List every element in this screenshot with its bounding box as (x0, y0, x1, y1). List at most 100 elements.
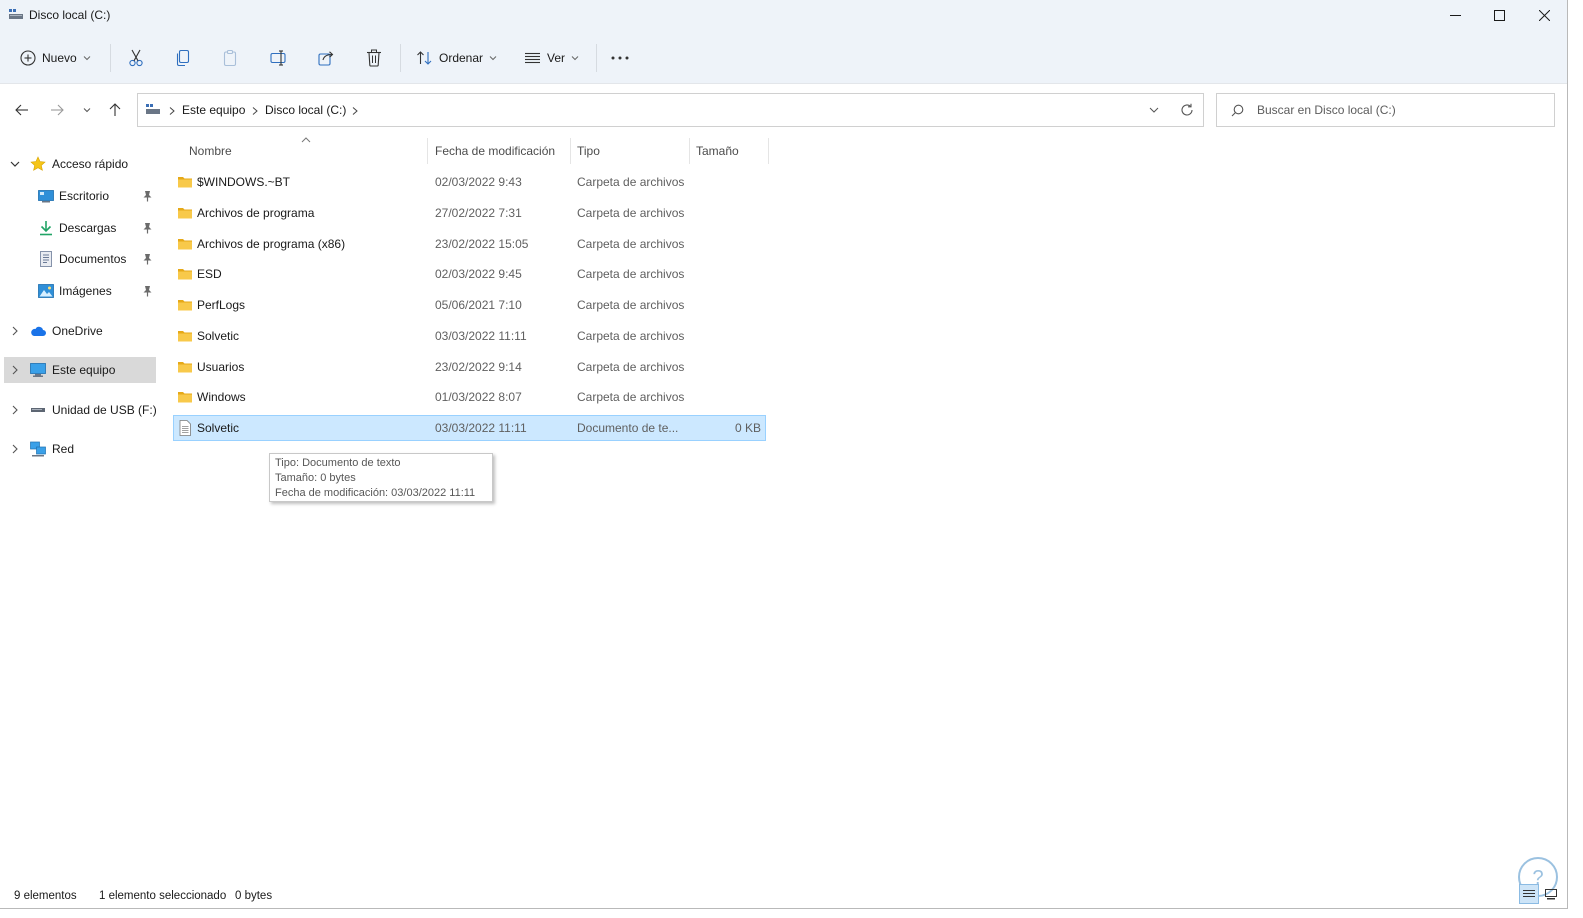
column-header-name[interactable]: Nombre (189, 144, 232, 158)
chevron-right-icon[interactable] (10, 405, 20, 415)
up-button[interactable] (105, 100, 125, 120)
table-row[interactable]: $WINDOWS.~BT 02/03/2022 9:43 Carpeta de … (173, 169, 766, 195)
column-divider[interactable] (768, 138, 769, 164)
toolbar-divider (400, 44, 401, 72)
cut-button[interactable] (128, 38, 144, 78)
arrow-left-icon (15, 104, 28, 116)
new-button[interactable]: Nuevo (20, 38, 91, 78)
chevron-down-icon[interactable] (1149, 106, 1159, 114)
network-icon (30, 441, 46, 457)
toolbar-divider (596, 44, 597, 72)
file-type: Documento de te... (577, 421, 679, 435)
pin-icon[interactable] (142, 190, 153, 202)
status-selected-size: 0 bytes (235, 890, 273, 902)
close-icon (1538, 9, 1550, 21)
chevron-right-icon[interactable] (10, 365, 20, 375)
file-name: Solvetic (197, 421, 240, 435)
sidebar-item-descargas[interactable]: Descargas (4, 215, 156, 241)
sidebar-item-red[interactable]: Red (4, 436, 156, 462)
search-box[interactable]: Buscar en Disco local (C:) (1216, 93, 1555, 127)
sort-button[interactable]: Ordenar (416, 38, 497, 78)
refresh-icon[interactable] (1180, 103, 1194, 117)
minimize-icon (1449, 14, 1461, 16)
sidebar-item-usb[interactable]: Unidad de USB (F:) (4, 397, 157, 423)
minimize-button[interactable] (1432, 0, 1478, 30)
folder-icon (178, 362, 192, 373)
breadcrumb-este-equipo[interactable]: Este equipo (182, 103, 245, 117)
column-divider[interactable] (689, 138, 690, 164)
column-header-type[interactable]: Tipo (577, 144, 600, 158)
file-explorer-window: Disco local (C:) Nuevo Ordenar Ver Este … (0, 0, 1568, 909)
sidebar-item-onedrive[interactable]: OneDrive (4, 318, 156, 344)
folder-icon (178, 269, 192, 280)
sort-ascending-icon (301, 137, 311, 143)
file-name: ESD (197, 267, 222, 281)
delete-button[interactable] (366, 38, 382, 78)
list-view-icon (525, 52, 540, 64)
back-button[interactable] (12, 100, 32, 120)
column-divider[interactable] (427, 138, 428, 164)
share-button[interactable] (318, 38, 335, 78)
chevron-right-icon[interactable] (10, 444, 20, 454)
file-type: Carpeta de archivos (577, 390, 685, 404)
sidebar-label: OneDrive (52, 324, 103, 338)
chevron-right-icon (169, 107, 175, 115)
navigation-pane: Acceso rápido Escritorio Descargas Docum… (0, 140, 160, 880)
maximize-button[interactable] (1476, 0, 1522, 30)
chevron-down-icon (83, 108, 91, 113)
sidebar-item-este-equipo[interactable]: Este equipo (4, 357, 156, 383)
rename-button[interactable] (270, 38, 288, 78)
file-name: Archivos de programa (x86) (197, 237, 346, 251)
close-button[interactable] (1521, 0, 1567, 30)
maximize-icon (1493, 9, 1505, 21)
table-row[interactable]: PerfLogs 05/06/2021 7:10 Carpeta de arch… (173, 292, 766, 318)
folder-icon (178, 239, 192, 250)
file-type: Carpeta de archivos (577, 329, 685, 343)
plus-circle-icon (20, 50, 36, 66)
sidebar-item-acceso-rapido[interactable]: Acceso rápido (4, 151, 156, 177)
pin-icon[interactable] (142, 222, 153, 234)
column-divider[interactable] (570, 138, 571, 164)
chevron-right-icon (352, 107, 358, 115)
more-icon (611, 56, 629, 60)
more-options-button[interactable] (611, 38, 629, 78)
file-type: Carpeta de archivos (577, 267, 685, 281)
table-row[interactable]: Solvetic 03/03/2022 11:11 Carpeta de arc… (173, 323, 766, 349)
table-row[interactable]: Usuarios 23/02/2022 9:14 Carpeta de arch… (173, 354, 766, 380)
copy-icon (176, 49, 190, 67)
title-bar[interactable]: Disco local (C:) (0, 0, 1567, 30)
pin-icon[interactable] (142, 253, 153, 265)
drive-icon (9, 9, 23, 19)
desktop-icon (38, 190, 54, 203)
scissors-icon (129, 49, 143, 67)
column-header-date[interactable]: Fecha de modificación (435, 144, 555, 158)
arrow-up-icon (109, 103, 121, 116)
pin-icon[interactable] (142, 285, 153, 297)
copy-button[interactable] (175, 38, 191, 78)
chevron-down-icon[interactable] (10, 159, 20, 169)
chevron-right-icon[interactable] (10, 326, 20, 336)
breadcrumb-disco-local[interactable]: Disco local (C:) (265, 103, 346, 117)
toolbar-divider (110, 44, 111, 72)
sidebar-item-imagenes[interactable]: Imágenes (4, 278, 156, 304)
file-tooltip: Tipo: Documento de texto Tamaño: 0 bytes… (269, 453, 493, 502)
table-row-selected[interactable]: Solvetic 03/03/2022 11:11 Documento de t… (173, 415, 766, 441)
recent-locations-button[interactable] (77, 100, 97, 120)
download-icon (40, 221, 52, 236)
address-bar[interactable]: Este equipo Disco local (C:) (137, 93, 1204, 127)
details-view-button[interactable] (1519, 884, 1539, 904)
paste-button[interactable] (222, 38, 238, 78)
table-row[interactable]: Windows 01/03/2022 8:07 Carpeta de archi… (173, 384, 766, 410)
forward-button[interactable] (47, 100, 67, 120)
table-row[interactable]: Archivos de programa 27/02/2022 7:31 Car… (173, 200, 766, 226)
folder-icon (178, 300, 192, 311)
sidebar-item-escritorio[interactable]: Escritorio (4, 183, 156, 209)
sidebar-item-documentos[interactable]: Documentos (4, 246, 156, 272)
view-button[interactable]: Ver (524, 38, 579, 78)
table-row[interactable]: Archivos de programa (x86) 23/02/2022 15… (173, 231, 766, 257)
table-row[interactable]: ESD 02/03/2022 9:45 Carpeta de archivos (173, 261, 766, 287)
column-header-size[interactable]: Tamaño (696, 144, 739, 158)
file-date: 23/02/2022 15:05 (435, 237, 529, 251)
view-label: Ver (547, 51, 566, 65)
tiles-view-button[interactable] (1541, 884, 1561, 904)
